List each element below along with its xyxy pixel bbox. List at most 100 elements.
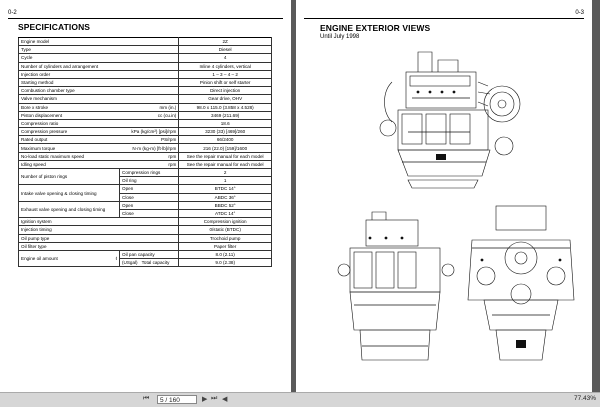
spec-unit: mm (in.) [119, 102, 180, 112]
page-number-field[interactable]: 5 / 160 [157, 395, 197, 404]
spec-label: Piston displacement [17, 110, 120, 120]
spec-row: Starting method Pinion shift or self star… [17, 77, 272, 88]
spec-label: Valve mechanism [17, 94, 120, 104]
spec-value: 3469 (211.69) [178, 110, 272, 120]
spec-label: Injection order [17, 69, 120, 79]
spec-value: 0/static (BTDC) [178, 225, 272, 235]
spec-sublabel: Oil pan capacity [119, 249, 180, 260]
spec-unit [119, 77, 180, 88]
spec-unit [119, 69, 180, 79]
document-page-right: 0-3 ENGINE EXTERIOR VIEWS Until July 199… [296, 0, 592, 392]
spec-row: Exhaust valve opening and closing timing… [17, 200, 272, 219]
page-title: SPECIFICATIONS [18, 22, 91, 32]
spec-label: Engine model [17, 36, 120, 47]
page-subtitle: Until July 1998 [320, 34, 360, 40]
spec-row: No-load static maximum speed rpm See the r… [17, 151, 272, 161]
spec-label: Ignition system [17, 217, 179, 227]
spec-label: Oil filter type [17, 241, 179, 251]
spec-label: Number of cylinders and arrangement [17, 61, 120, 71]
last-page-icon[interactable]: ⏭ [211, 395, 217, 403]
spec-label: Type [17, 45, 120, 55]
spec-value: 9.0 (2.38) [178, 258, 272, 268]
spec-value: BTDC 14° [178, 184, 272, 194]
spec-row: Injection order 1 – 3 – 4 – 2 [17, 69, 272, 79]
spec-row: Combustion chamber type Direct injection [17, 86, 272, 96]
spec-sublabel-text: Oil pan capacity [122, 251, 155, 257]
spec-value: 216 (22.0) [159]/1600 [178, 143, 272, 153]
spec-sublabel: Close [119, 192, 180, 202]
spec-sublabel: (USgal) Total capacity [119, 258, 180, 268]
spec-unit [119, 36, 180, 47]
spec-row: Number of cylinders and arrangement Inlin… [17, 61, 272, 71]
spec-label: No-load static maximum speed [17, 151, 120, 161]
page-number: 0-2 [8, 10, 17, 16]
spec-value: 1 [178, 176, 272, 186]
spec-label: Starting method [17, 77, 120, 88]
next-page-icon[interactable]: ▶ [202, 395, 207, 403]
spec-row: Type Diesel [17, 45, 272, 55]
viewer-status-bar: ⏮ 5 / 160 ▶ ⏭ ◀ 77.43% [0, 392, 600, 407]
zoom-level[interactable]: 77.43% [574, 395, 596, 402]
spec-row: Valve mechanism Gear drive, OHV [17, 94, 272, 104]
spec-label: Number of piston rings [17, 167, 120, 186]
spec-label: Exhaust valve opening and closing timing [17, 200, 120, 219]
header-rule [304, 18, 584, 19]
spec-value: 4 [178, 53, 272, 63]
spec-row: Piston displacement cc (cu.in) 3469 (211.6… [17, 110, 272, 120]
spec-row: Bore x stroke mm (in.) 98.0 x 115.0 (3.858… [17, 102, 272, 112]
spec-label: Intake valve opening & closing timing [17, 184, 120, 202]
spec-value: 3230 (33) [469]/260 [178, 127, 272, 137]
spec-row: Injection timing 0/static (BTDC) [17, 225, 272, 235]
spec-label: Compression ratio [17, 118, 120, 129]
spec-label: Injection timing [17, 225, 179, 235]
spec-unit: PS/rpm [119, 135, 180, 145]
prev-page-icon[interactable]: ◀ [222, 395, 227, 403]
spec-label: Cycle [17, 53, 120, 63]
spec-row: Intake valve opening & closing timing Ope… [17, 184, 272, 202]
spec-unit [119, 61, 180, 71]
spec-sublabel: Open [119, 200, 180, 210]
spec-value: 18.6 [178, 118, 272, 129]
spec-row: Idling speed rpm See the repair manual for… [17, 159, 272, 170]
spec-label: Oil pump type [17, 233, 179, 243]
spec-value: Direct injection [178, 86, 272, 96]
spec-value: Paper filter [178, 241, 272, 251]
spec-unit [119, 53, 180, 63]
header-rule [8, 18, 283, 19]
spec-sublabel: Close [119, 208, 180, 219]
spec-unit [119, 45, 180, 55]
spec-label-text: Engine oil amount [21, 256, 58, 262]
page-number: 0-3 [575, 10, 584, 16]
spec-label: Idling speed [17, 159, 120, 170]
spec-table: Engine model 2Z Type Diesel Cycle 4 Number of … [17, 36, 272, 268]
first-page-icon[interactable]: ⏮ [143, 395, 149, 403]
spec-row: Compression pressure kPa (kg/cm²) [psi]/r… [17, 127, 272, 137]
spec-value: Trochoid pump [178, 233, 272, 243]
engine-front-view-illustration [462, 200, 580, 368]
spec-unit: cc (cu.in) [119, 110, 180, 120]
spec-label: Bore x stroke [17, 102, 120, 112]
spec-row: Engine oil amount ℓ Oil pan capacity 8.0 (2… [17, 249, 272, 268]
spec-unit: N·m (kg-m) [ft·lb]/rpm [119, 143, 180, 153]
spec-value: BBDC 52° [178, 200, 272, 210]
spec-unit [119, 118, 180, 129]
spec-value: ATDC 14° [178, 208, 272, 219]
engine-side-view-illustration [378, 42, 526, 192]
spec-value: 98.0 x 115.0 (3.858 x 4.528) [178, 102, 272, 112]
spec-row: Maximum torque N·m (kg-m) [ft·lb]/rpm 216 … [17, 143, 272, 153]
spec-value: Pinion shift or self starter [178, 77, 272, 88]
spec-row: Engine model 2Z [17, 36, 272, 47]
spec-value: Gear drive, OHV [178, 94, 272, 104]
engine-rear-side-view-illustration [336, 210, 456, 368]
spec-sublabel: Open [119, 184, 180, 194]
spec-value: See the repair manual for each model [178, 151, 272, 161]
spec-unit: rpm [119, 159, 180, 170]
spec-unit [119, 86, 180, 96]
spec-sublabel: Oil ring [119, 176, 180, 186]
spec-label: Engine oil amount ℓ [17, 249, 121, 268]
spec-value: See the repair manual for each model [178, 159, 272, 170]
spec-row: Oil filter type Paper filter [17, 241, 272, 251]
spec-unit: ℓ [115, 256, 118, 262]
spec-value: Diesel [178, 45, 272, 55]
page-title: ENGINE EXTERIOR VIEWS [320, 23, 431, 33]
